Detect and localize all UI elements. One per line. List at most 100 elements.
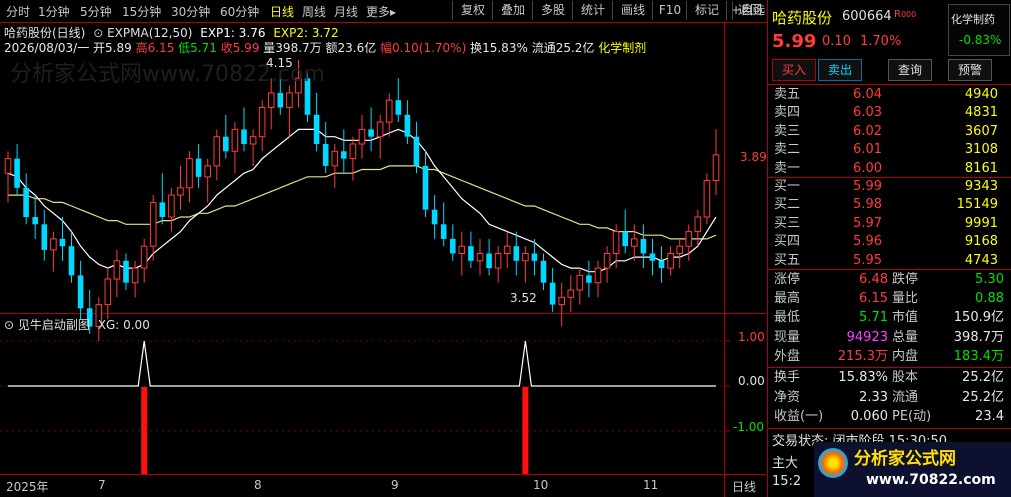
ask-row[interactable]: 卖一 6.00 8161 [768, 160, 1011, 178]
candle-body [131, 267, 139, 284]
stat-value: 0.88 [975, 291, 1004, 307]
xg-value: XG: 0.00 [97, 318, 150, 332]
sell-button[interactable]: 卖出 [818, 59, 862, 81]
ask-price: 6.04 [853, 87, 882, 102]
candle-body [458, 245, 466, 254]
quote-change: 幅0.10(1.70%) [380, 41, 467, 55]
dropdown-icon[interactable]: ⊙ [93, 26, 103, 40]
bid-volume: 9343 [964, 179, 998, 194]
bid-price: 5.99 [853, 179, 882, 194]
query-button[interactable]: 查询 [888, 59, 932, 81]
candle-body [241, 129, 247, 144]
sector-box[interactable]: 化学制药 -0.83% [948, 4, 1010, 56]
return-button[interactable]: 返回 [732, 1, 767, 20]
candle-body [258, 107, 266, 138]
candle-body [322, 144, 329, 166]
bid-row[interactable]: 买一 5.99 9343 [768, 178, 1011, 196]
stat-value: 5.71 [859, 310, 888, 326]
candle-body [440, 224, 447, 239]
divider [768, 367, 1011, 368]
candle-body [50, 238, 57, 251]
quote-open: 开5.89 [93, 41, 132, 55]
bid-row[interactable]: 买三 5.97 9991 [768, 215, 1011, 233]
quote-volume: 量398.7万 [263, 41, 322, 55]
candle-body [540, 260, 547, 283]
stat-value: 23.4 [975, 409, 1004, 424]
sub-chart-group [8, 340, 716, 474]
candle-body [341, 151, 347, 159]
stat-value: 150.9亿 [953, 310, 1004, 326]
stat-label: 市值 [892, 310, 919, 326]
divider [768, 84, 1011, 85]
ask-volume: 8161 [964, 160, 998, 176]
bid-label: 买五 [774, 252, 801, 268]
candle-body [331, 150, 339, 167]
stat-value: 25.2亿 [962, 370, 1004, 385]
candle-body [23, 187, 29, 217]
candle-body [223, 136, 229, 152]
exp2-value: EXP2: 3.72 [273, 26, 339, 40]
stat2-row: 换手 15.83% 股本 25.2亿 [768, 369, 1011, 387]
bid-label: 买四 [774, 234, 801, 250]
candle-body [685, 231, 693, 247]
quote-close: 收5.99 [220, 41, 260, 55]
ask-volume: 4940 [964, 87, 998, 102]
candle-body [431, 209, 438, 225]
candle-body [513, 246, 520, 261]
bid-row[interactable]: 买五 5.95 4743 [768, 252, 1011, 270]
candle-body [123, 260, 129, 283]
candle-body [376, 121, 384, 138]
logo-url: www.70822.com [866, 472, 996, 488]
candle-body [385, 99, 393, 123]
ask-row[interactable]: 卖二 6.01 3108 [768, 141, 1011, 159]
bid-volume: 4743 [964, 252, 998, 268]
alert-button[interactable]: 预警 [948, 59, 992, 81]
ask-label: 卖三 [774, 123, 801, 139]
time-label: 15:2 [772, 474, 802, 489]
ask-row[interactable]: 卖五 6.04 4940 [768, 86, 1011, 104]
candle-body [368, 129, 374, 137]
stat-label: 外盘 [774, 348, 801, 364]
rz-tag-r: R [894, 9, 901, 20]
candle-body [77, 275, 84, 309]
bid-row[interactable]: 买四 5.96 9168 [768, 233, 1011, 251]
candle-body [140, 245, 148, 269]
sector-change: -0.83% [959, 33, 1002, 47]
candle-body [649, 253, 656, 261]
dropdown-icon[interactable]: ⊙ [4, 318, 14, 332]
stat-label: 现量 [774, 329, 801, 345]
ask-price: 6.00 [853, 160, 882, 176]
stat-label: PE(动) [892, 409, 932, 424]
candle-body [59, 238, 66, 247]
bid-row[interactable]: 买二 5.98 15149 [768, 196, 1011, 214]
stat-label: 最低 [774, 310, 801, 326]
stat-value: 2.33 [859, 389, 888, 405]
candle-body [694, 216, 702, 233]
buy-button[interactable]: 买入 [772, 59, 816, 81]
logo-flower-icon [818, 448, 848, 478]
ask-row[interactable]: 卖三 6.02 3607 [768, 123, 1011, 141]
bid-volume: 15149 [956, 197, 998, 213]
stat-row: 外盘 215.3万 内盘 183.4万 [768, 348, 1011, 366]
candle-body [468, 246, 474, 261]
exp2-line-group [8, 165, 717, 240]
x-label-11: 11 [643, 478, 659, 492]
stock-code: 600664 [842, 9, 892, 24]
candle-body [413, 136, 420, 166]
candle-body [612, 231, 620, 255]
x-period-label: 日线 [732, 480, 757, 494]
candle-body [576, 274, 584, 291]
price-change: 0.10 [822, 34, 851, 49]
candle-body [177, 187, 184, 196]
stat-row: 涨停 6.48 跌停 5.30 [768, 271, 1011, 289]
bid-label: 买二 [774, 197, 801, 213]
bid-volume: 9168 [964, 234, 998, 250]
candle-body [567, 289, 575, 298]
stat-label: 涨停 [774, 272, 801, 287]
stat-row: 最高 6.15 量比 0.88 [768, 290, 1011, 308]
ask-row[interactable]: 卖四 6.03 4831 [768, 104, 1011, 122]
candle-body [622, 231, 628, 247]
quote-panel: 哈药股份 600664 R000 化学制药 -0.83% 5.99 0.10 1… [767, 0, 1011, 497]
stat-value: 183.4万 [953, 348, 1004, 364]
main-flow-label: 主大 [772, 456, 799, 471]
